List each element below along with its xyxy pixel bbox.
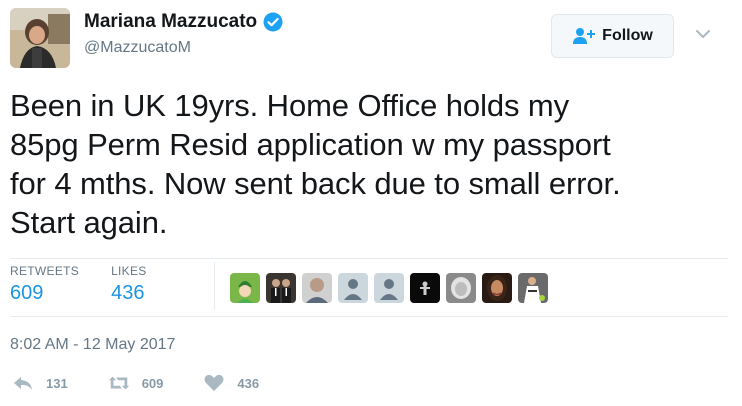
- liker-avatar[interactable]: [230, 273, 260, 303]
- liker-avatar[interactable]: [338, 273, 368, 303]
- avatar-suits-icon: [266, 273, 296, 303]
- add-user-icon: [573, 28, 596, 44]
- divider: [10, 316, 728, 317]
- tweet-text-line: Start again.: [10, 205, 168, 240]
- liker-avatar[interactable]: [410, 273, 440, 303]
- avatar[interactable]: [10, 8, 70, 68]
- retweet-icon: [108, 376, 129, 390]
- display-name[interactable]: Mariana Mazzucato: [84, 11, 257, 33]
- retweet-button[interactable]: 609: [108, 374, 164, 392]
- avatar-player-icon: [518, 273, 548, 303]
- tweet-text-line: Been in UK 19yrs. Home Office holds my: [10, 88, 570, 123]
- tweet-stats: RETWEETS 609 LIKES 436: [10, 264, 179, 310]
- liker-avatar[interactable]: [374, 273, 404, 303]
- retweets-label: RETWEETS: [10, 264, 80, 278]
- tweet-text-line: 85pg Perm Resid application w my passpor…: [10, 127, 611, 162]
- avatar-green-icon: [230, 273, 260, 303]
- profile-photo-icon: [10, 8, 70, 68]
- name-row: Mariana Mazzucato: [84, 11, 283, 33]
- stats-separator: [214, 262, 215, 310]
- divider: [10, 258, 728, 259]
- heart-icon: [204, 374, 224, 391]
- retweets-count: 609: [10, 282, 44, 304]
- retweet-count: 609: [141, 375, 164, 391]
- likers-avatars: [230, 273, 554, 303]
- like-button[interactable]: 436: [203, 374, 259, 392]
- retweets-stat[interactable]: RETWEETS 609: [10, 264, 79, 310]
- tweet-text: Been in UK 19yrs. Home Office holds my 8…: [10, 86, 730, 242]
- avatar-grey-icon: [446, 273, 476, 303]
- avatar-default-icon: [374, 273, 404, 303]
- liker-avatar[interactable]: [302, 273, 332, 303]
- likes-label: LIKES: [111, 264, 147, 278]
- reply-icon: [14, 377, 32, 390]
- verified-badge-icon: [263, 12, 283, 32]
- follow-button[interactable]: Follow: [551, 14, 674, 58]
- liker-avatar[interactable]: [446, 273, 476, 303]
- chevron-down-icon[interactable]: [694, 27, 712, 41]
- tweet-card: Mariana Mazzucato @MazzucatoM Follow Bee…: [0, 0, 742, 406]
- follow-label: Follow: [602, 27, 653, 44]
- tweet-timestamp[interactable]: 8:02 AM - 12 May 2017: [10, 336, 175, 354]
- tweet-actions: 131 609 436: [12, 374, 299, 392]
- likes-stat[interactable]: LIKES 436: [111, 264, 147, 310]
- reply-count: 131: [46, 375, 68, 391]
- user-handle[interactable]: @MazzucatoM: [84, 39, 191, 57]
- reply-button[interactable]: 131: [12, 374, 68, 392]
- liker-avatar[interactable]: [266, 273, 296, 303]
- avatar-default-icon: [338, 273, 368, 303]
- like-count: 436: [237, 375, 260, 391]
- avatar-man-icon: [302, 273, 332, 303]
- likes-count: 436: [111, 282, 145, 304]
- avatar-woman-icon: [482, 273, 512, 303]
- liker-avatar[interactable]: [518, 273, 548, 303]
- liker-avatar[interactable]: [482, 273, 512, 303]
- tweet-text-line: for 4 mths. Now sent back due to small e…: [10, 166, 621, 201]
- avatar-dark-icon: [410, 273, 440, 303]
